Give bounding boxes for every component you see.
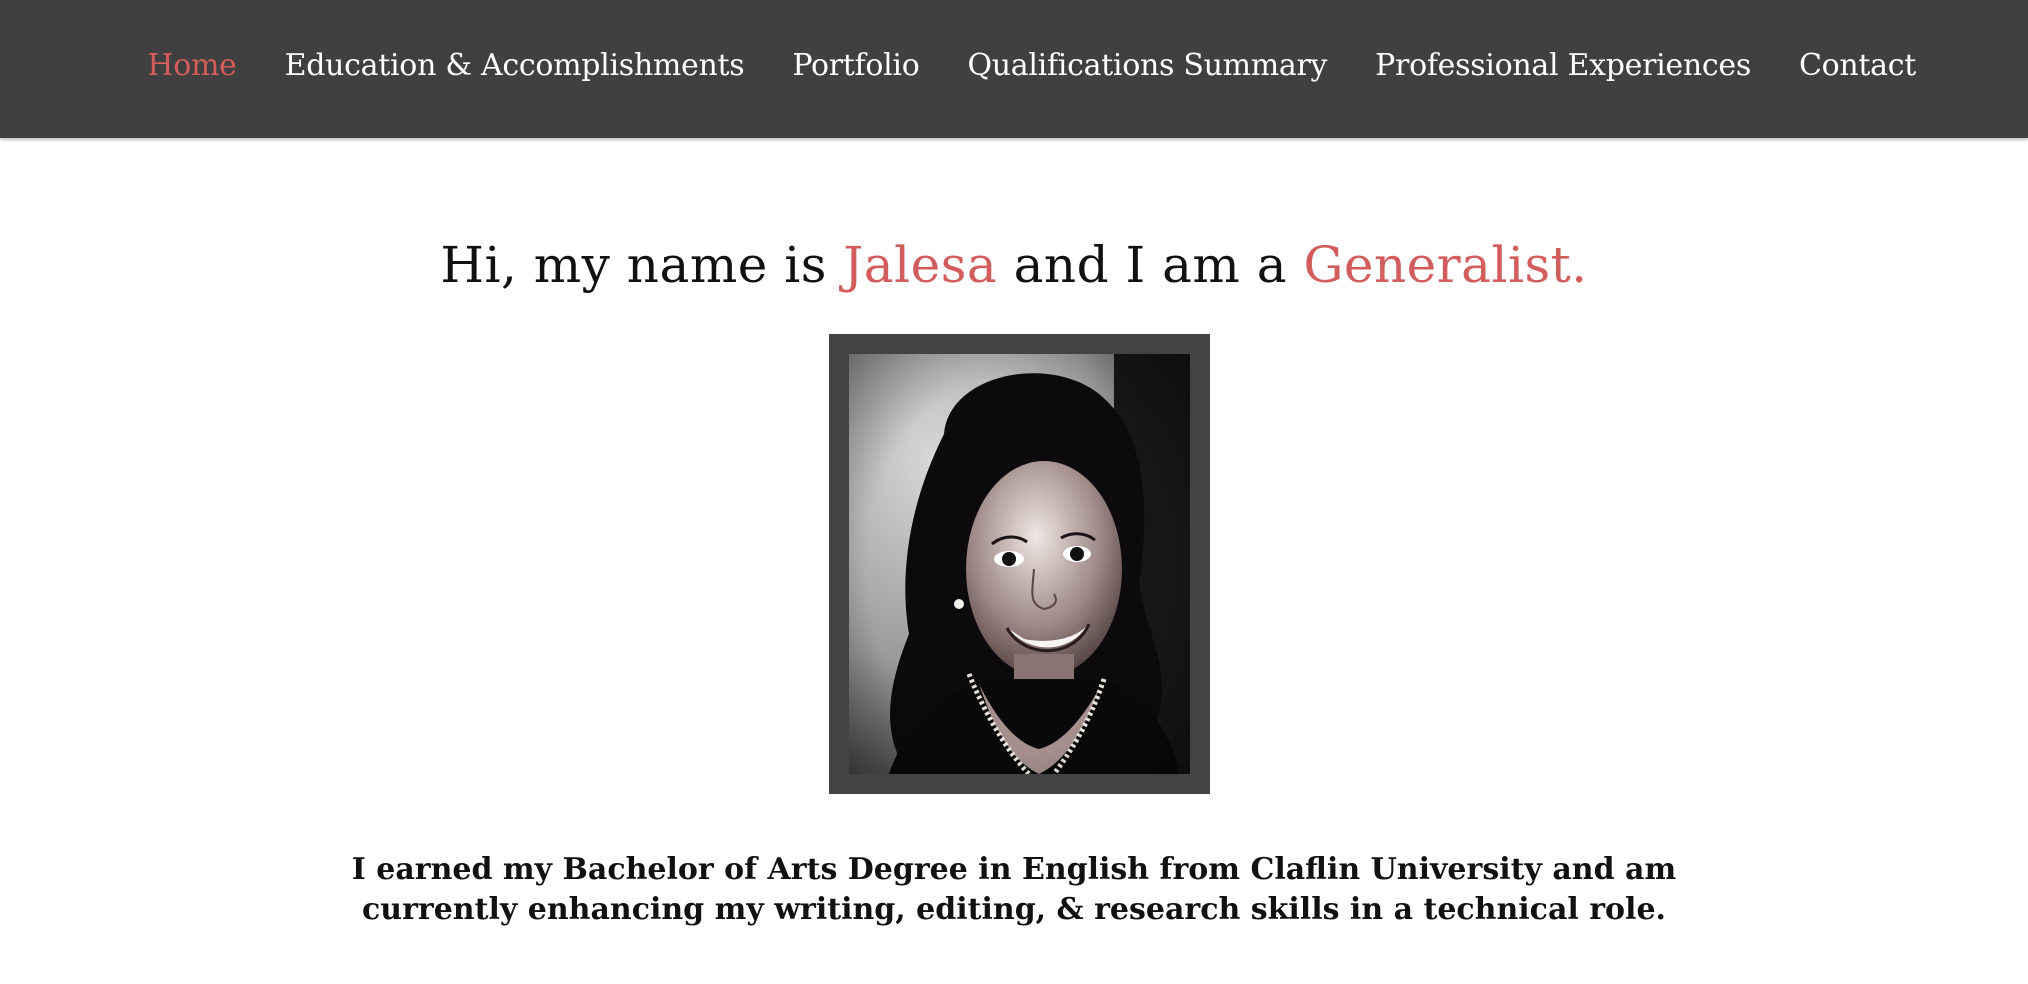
- nav-item-education-accomplishments[interactable]: Education & Accomplishments: [285, 48, 745, 83]
- hero-heading: Hi, my name is Jalesa and I am a General…: [0, 236, 2028, 294]
- profile-photo: [849, 354, 1190, 774]
- nav-item-contact[interactable]: Contact: [1799, 48, 1916, 83]
- heading-intro-text: Hi, my name is: [440, 236, 844, 294]
- heading-middle-text: and I am a: [997, 236, 1304, 294]
- nav-menu: Home Education & Accomplishments Portfol…: [147, 0, 1916, 131]
- nav-item-qualifications-summary[interactable]: Qualifications Summary: [967, 48, 1327, 83]
- top-navigation-bar: Home Education & Accomplishments Portfol…: [0, 0, 2028, 138]
- nav-item-home[interactable]: Home: [147, 48, 237, 83]
- intro-line-2: currently enhancing my writing, editing,…: [362, 892, 1666, 927]
- profile-photo-frame: [829, 334, 1210, 794]
- heading-role: Generalist.: [1303, 236, 1588, 294]
- heading-name: Jalesa: [843, 236, 998, 294]
- nav-item-professional-experiences[interactable]: Professional Experiences: [1375, 48, 1751, 83]
- nav-item-portfolio[interactable]: Portfolio: [792, 48, 919, 83]
- intro-paragraph: I earned my Bachelor of Arts Degree in E…: [0, 850, 2028, 930]
- intro-line-1: I earned my Bachelor of Arts Degree in E…: [351, 852, 1677, 887]
